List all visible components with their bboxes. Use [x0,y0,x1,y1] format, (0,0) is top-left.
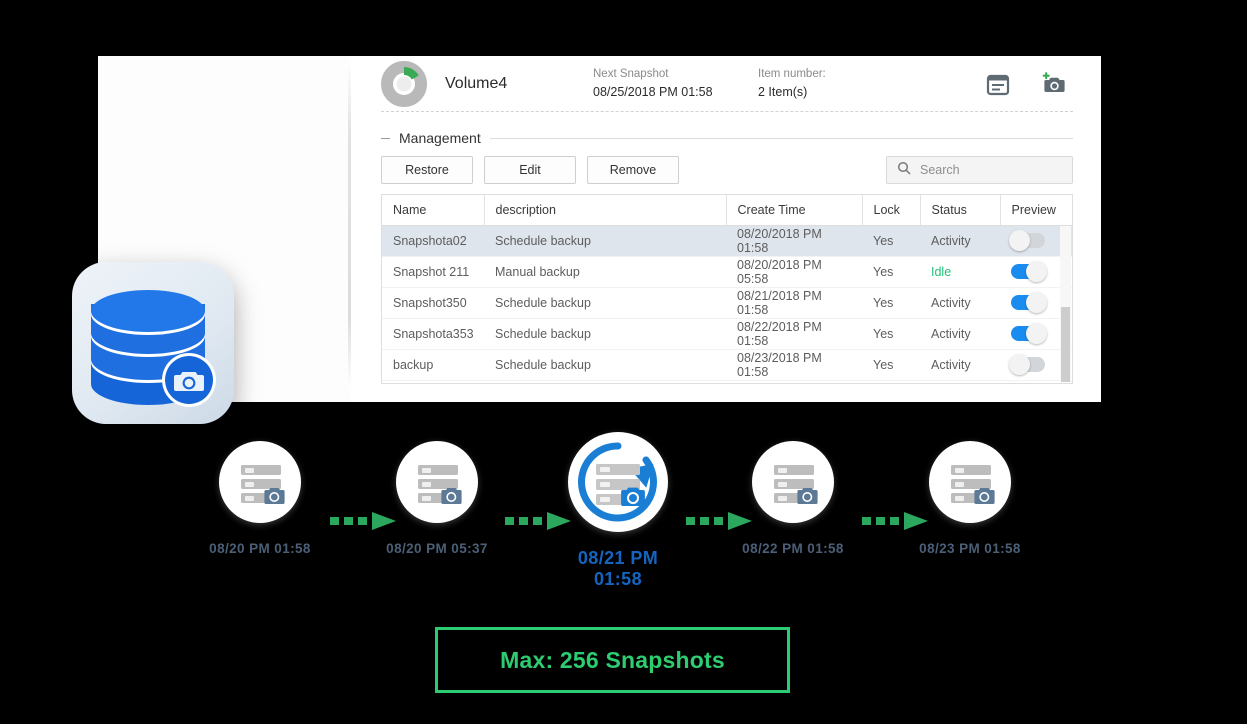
table-row[interactable]: Snapshot 211 Manual backup 08/20/2018 PM… [382,256,1072,288]
app-window: Volume4 Next Snapshot 08/25/2018 PM 01:5… [98,56,1101,402]
cell-create-time: 08/23/2018 PM 01:58 [726,349,862,381]
cell-lock: Yes [862,256,920,288]
next-snapshot-value: 08/25/2018 PM 01:58 [593,84,713,99]
cell-description: Schedule backup [484,349,726,381]
cell-lock: Yes [862,287,920,319]
cell-create-time: 08/20/2018 PM 01:58 [726,225,862,257]
timeline-node[interactable]: 08/20 PM 01:58 [200,432,320,556]
toggle-knob [1009,354,1030,375]
table-scrollbar[interactable] [1060,226,1071,382]
table-row[interactable]: Snapshota02 Schedule backup 08/20/2018 P… [382,225,1072,257]
column-header-status[interactable]: Status [920,195,1001,226]
next-snapshot-block: Next Snapshot 08/25/2018 PM 01:58 [593,66,758,101]
timeline-node[interactable]: 08/20 PM 05:37 [377,432,497,556]
cell-lock: Yes [862,225,920,257]
search-placeholder: Search [920,163,960,177]
schedule-icon[interactable] [985,71,1011,97]
preview-toggle[interactable] [1011,261,1047,282]
server-snapshot-icon [396,441,478,523]
cell-name: Snapshota02 [382,225,484,257]
management-toolbar: Restore Edit Remove Search [381,156,1073,184]
max-snapshots-badge: Max: 256 Snapshots [435,627,790,693]
preview-toggle[interactable] [1009,230,1045,251]
restore-button[interactable]: Restore [381,156,473,184]
cell-name: Snapshot 211 [382,256,484,288]
legend-rule [489,137,1073,139]
window-content: Volume4 Next Snapshot 08/25/2018 PM 01:5… [351,56,1101,402]
cell-status: Activity [920,225,1000,257]
volume-header: Volume4 Next Snapshot 08/25/2018 PM 01:5… [381,56,1073,112]
max-snapshots-label: Max: 256 Snapshots [500,646,725,673]
next-snapshot-label: Next Snapshot [593,68,669,81]
column-header-lock[interactable]: Lock [862,195,921,226]
header-actions [985,71,1073,97]
cell-status: Activity [920,287,1000,319]
snapshot-table: Name description Create Time Lock Status… [381,194,1073,384]
cell-lock: Yes [862,318,920,350]
server-snapshot-icon [752,441,834,523]
cell-status: Idle [920,256,1000,288]
cell-description: Schedule backup [484,287,726,319]
timeline-node-label: 08/21 PM 01:58 [577,548,659,589]
database-snapshot-icon [72,262,234,424]
toggle-knob [1009,230,1030,251]
table-row[interactable]: backup Schedule backup 08/23/2018 PM 01:… [382,349,1072,381]
cell-description: Manual backup [484,256,726,288]
table-row[interactable]: Snapshot350 Schedule backup 08/21/2018 P… [382,287,1072,319]
item-number-label: Item number: [758,68,826,81]
cell-create-time: 08/21/2018 PM 01:58 [726,287,862,319]
timeline-node[interactable]: 08/22 PM 01:58 [733,432,853,556]
snapshot-timeline: 08/20 PM 01:58 08/20 PM 05:37 08/21 PM 0… [0,432,1247,592]
toggle-knob [1026,261,1047,282]
management-title: Management [399,130,481,146]
preview-toggle[interactable] [1009,354,1045,375]
volume-name: Volume4 [445,74,508,92]
column-header-create-time[interactable]: Create Time [726,195,863,226]
cell-lock: Yes [862,349,920,381]
server-snapshot-icon [929,441,1011,523]
edit-button[interactable]: Edit [484,156,576,184]
table-header-row: Name description Create Time Lock Status… [382,195,1072,226]
column-header-description[interactable]: description [484,195,727,226]
item-number-block: Item number: 2 Item(s) [758,66,943,101]
cell-description: Schedule backup [484,225,726,257]
column-header-preview[interactable]: Preview [1000,195,1072,226]
screenshot-root: Volume4 Next Snapshot 08/25/2018 PM 01:5… [0,0,1247,724]
timeline-node-label: 08/23 PM 01:58 [919,541,1021,556]
timeline-node-label: 08/20 PM 05:37 [386,541,488,556]
search-icon [897,161,911,180]
take-snapshot-icon[interactable] [1041,71,1067,97]
timeline-node-label: 08/20 PM 01:58 [209,541,311,556]
toggle-knob [1026,323,1047,344]
preview-toggle[interactable] [1011,323,1047,344]
cell-name: backup [382,349,484,381]
volume-usage-donut-icon [381,60,427,107]
cell-name: Snapshota353 [382,318,484,350]
table-row[interactable]: Snapshota353 Schedule backup 08/22/2018 … [382,318,1072,350]
cell-create-time: 08/22/2018 PM 01:58 [726,318,862,350]
remove-button[interactable]: Remove [587,156,679,184]
toggle-knob [1026,292,1047,313]
item-number-value: 2 Item(s) [758,84,808,99]
server-snapshot-restore-icon [568,432,668,532]
scrollbar-thumb[interactable] [1061,307,1070,382]
cell-name: Snapshot350 [382,287,484,319]
timeline-node[interactable]: 08/23 PM 01:58 [910,432,1030,556]
preview-toggle[interactable] [1011,292,1047,313]
server-snapshot-icon [219,441,301,523]
management-legend: Management [381,130,1073,146]
cell-create-time: 08/20/2018 PM 05:58 [726,256,862,288]
search-input[interactable]: Search [886,156,1073,184]
timeline-node-label: 08/22 PM 01:58 [742,541,844,556]
timeline-node-active[interactable]: 08/21 PM 01:58 [558,432,678,590]
cell-status: Activity [920,318,1000,350]
collapse-icon[interactable] [381,137,390,139]
column-header-name[interactable]: Name [382,195,485,226]
cell-description: Schedule backup [484,318,726,350]
cell-status: Activity [920,349,1000,381]
